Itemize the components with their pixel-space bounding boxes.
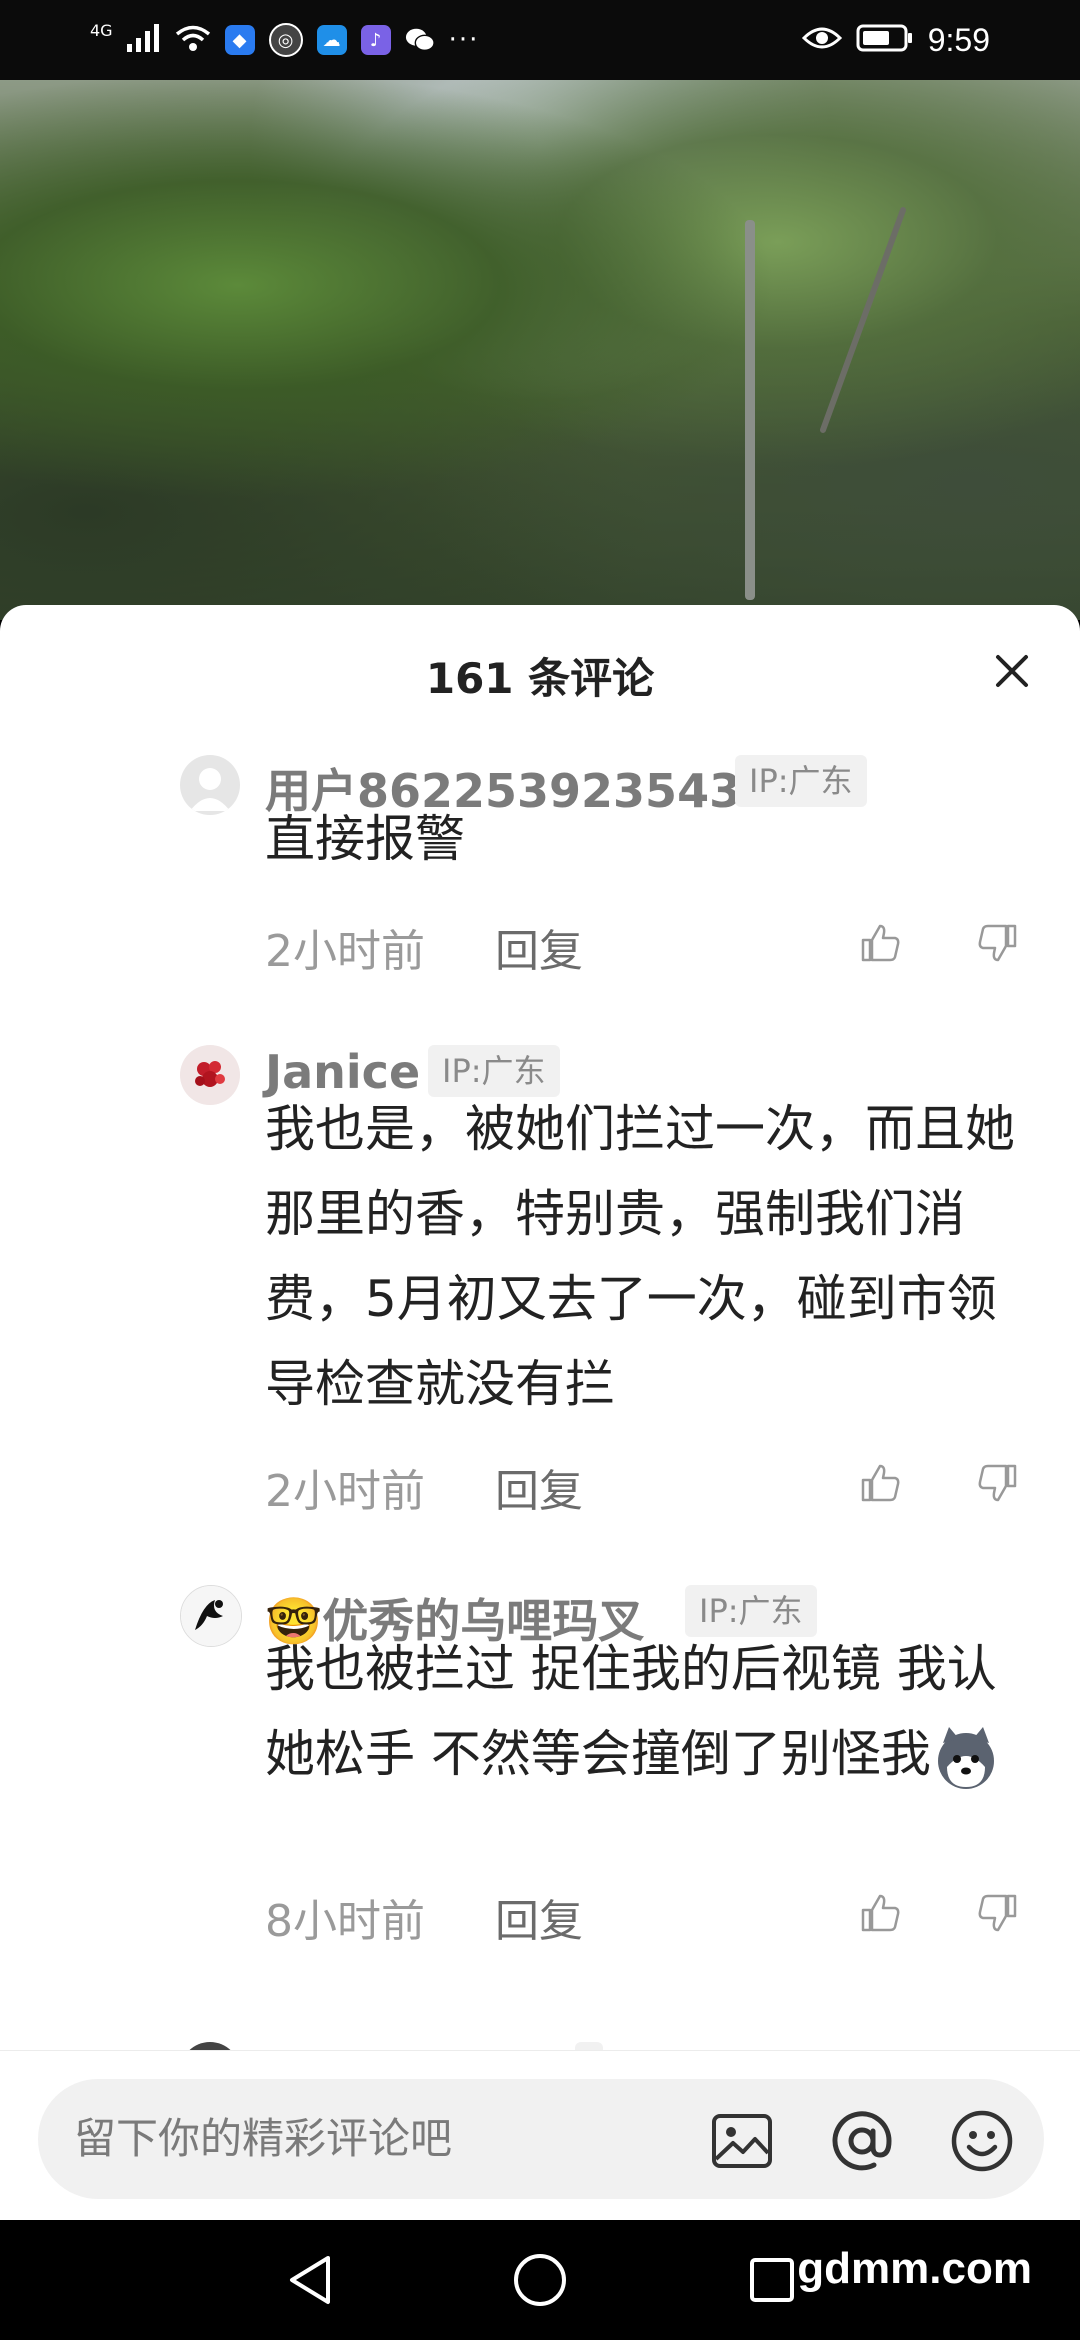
avatar[interactable] — [180, 1045, 240, 1105]
like-button[interactable] — [855, 1888, 905, 1938]
more-notifications-icon: ··· — [448, 25, 480, 55]
back-triangle-icon — [290, 2256, 330, 2304]
reply-button[interactable]: 回复 — [495, 1885, 583, 1949]
cloud-app-icon: ☁ — [316, 25, 347, 55]
comment-input[interactable]: 留下你的精彩评论吧 — [38, 2079, 1044, 2199]
eye-comfort-icon — [801, 26, 842, 54]
comment-text[interactable]: 我也是，被她们拦过一次，而且她那里的香，特别贵，强制我们消费，5月初又去了一次，… — [265, 1087, 1035, 1427]
home-circle-icon — [514, 2254, 566, 2306]
dislike-button[interactable] — [973, 1458, 1023, 1508]
watermark: gdmm.com — [797, 2244, 1032, 2293]
comments-sheet: 161 条评论 用户862253923543 IP:广东 直接报警 2小时前 回… — [0, 605, 1080, 2220]
status-left: 4G ◆ ◎ ☁ ♪ ··· — [90, 20, 480, 57]
status-bar: 4G ◆ ◎ ☁ ♪ ··· 9:59 — [0, 0, 1080, 80]
image-icon — [712, 2114, 772, 2168]
avatar[interactable] — [180, 755, 240, 815]
close-icon — [996, 655, 1028, 687]
signal-icon — [126, 24, 161, 56]
network-type: 4G — [90, 20, 113, 40]
tree-branch — [819, 206, 907, 434]
globe-app-icon: ◎ — [268, 23, 303, 57]
wifi-icon — [175, 24, 211, 56]
thumbs-down-icon — [978, 924, 1017, 962]
comment-time: 2小时前 — [265, 1466, 425, 1517]
screen: 4G ◆ ◎ ☁ ♪ ··· 9:59 161 条评论 用户8622539235… — [0, 0, 1080, 2340]
like-button[interactable] — [855, 1458, 905, 1508]
comment-time: 8小时前 — [265, 1896, 425, 1947]
recents-square-icon — [750, 2258, 794, 2302]
dislike-button[interactable] — [973, 918, 1023, 968]
emoji-button[interactable] — [950, 2109, 1014, 2173]
avatar[interactable] — [180, 1585, 242, 1647]
reply-button[interactable]: 回复 — [495, 1455, 583, 1519]
thumbs-down-icon — [978, 1894, 1017, 1932]
comment-text[interactable]: 直接报警 — [265, 797, 1035, 882]
close-button[interactable] — [984, 643, 1040, 699]
music-app-icon: ♪ — [360, 25, 391, 55]
image-button[interactable] — [710, 2109, 774, 2173]
wechat-app-icon — [405, 25, 435, 55]
status-right: 9:59 — [801, 21, 990, 59]
at-sign-icon — [832, 2111, 892, 2171]
clock: 9:59 — [927, 21, 990, 58]
comment-text[interactable]: 我也被拦过 捉住我的后视镜 我认她松手 不然等会撞倒了别怪我 — [265, 1627, 1035, 1797]
navigation-bar: gdmm.com — [0, 2220, 1080, 2340]
battery-icon — [856, 24, 914, 56]
video-background[interactable] — [0, 80, 1080, 620]
mention-button[interactable] — [830, 2109, 894, 2173]
lamp-post — [745, 220, 755, 600]
comment-time: 2小时前 — [265, 926, 425, 977]
reply-button[interactable]: 回复 — [495, 915, 583, 979]
thumbs-up-icon — [861, 1464, 900, 1502]
like-button[interactable] — [855, 918, 905, 968]
back-button[interactable] — [282, 2250, 342, 2310]
home-button[interactable] — [510, 2250, 570, 2310]
dislike-button[interactable] — [973, 1888, 1023, 1938]
shield-app-icon: ◆ — [224, 25, 255, 55]
thumbs-up-icon — [861, 924, 900, 962]
thumbs-down-icon — [978, 1464, 1017, 1502]
smiley-icon — [951, 2110, 1013, 2172]
recents-button[interactable] — [742, 2250, 802, 2310]
comment-input-bar: 留下你的精彩评论吧 — [0, 2050, 1080, 2221]
comments-title: 161 条评论 — [425, 654, 655, 703]
flower-avatar-icon — [180, 1045, 240, 1105]
thumbs-up-icon — [861, 1894, 900, 1932]
default-avatar-icon — [190, 768, 230, 811]
comment-text-body: 我也被拦过 捉住我的后视镜 我认她松手 不然等会撞倒了别怪我 — [265, 1640, 997, 1783]
ink-figure-avatar-icon — [181, 1586, 241, 1646]
comment-input-placeholder: 留下你的精彩评论吧 — [74, 2114, 453, 2163]
husky-emoji-icon — [931, 1723, 1001, 1793]
